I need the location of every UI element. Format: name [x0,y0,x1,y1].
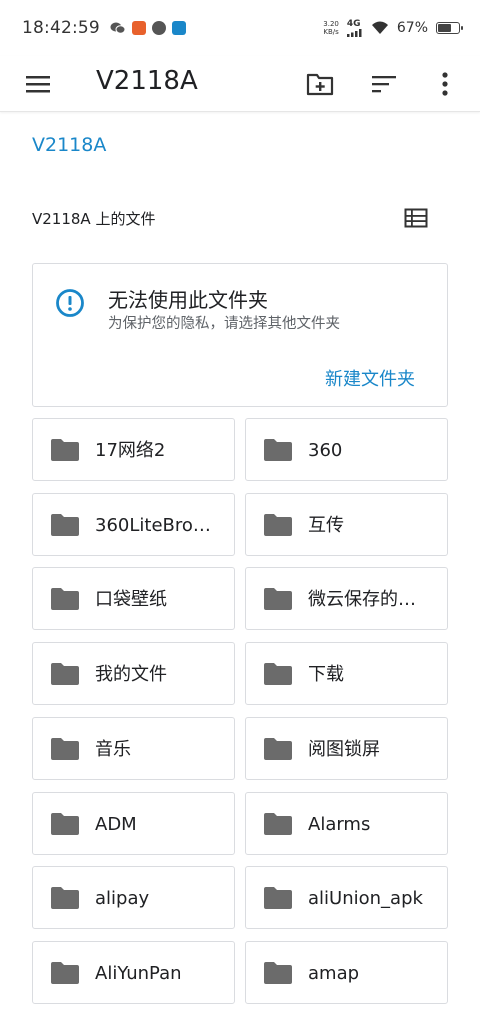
folder-tile[interactable]: 音乐 [32,716,235,780]
wifi-icon [371,21,388,34]
page-title: V2118A [96,66,198,96]
status-time: 18:42:59 [22,18,100,38]
folder-icon [264,588,292,611]
folder-icon [51,961,79,984]
folder-icon [51,737,79,760]
folder-name: alipay [95,888,150,910]
app-icon [131,21,146,35]
status-indicators: 3.20 KB/s 4G 67% [323,18,463,37]
folder-icon [264,887,292,910]
folder-icon [51,887,79,910]
folder-tile[interactable]: Alarms [245,791,448,855]
more-vert-icon[interactable] [425,64,465,104]
battery-icon [436,22,463,34]
folder-name: 我的文件 [95,664,167,686]
folder-name: 互传 [308,514,344,536]
folder-icon [51,588,79,611]
sort-icon[interactable] [364,64,404,104]
folder-tile[interactable]: amap [245,940,448,1004]
folder-name: 下载 [308,664,344,686]
hamburger-menu-icon[interactable] [18,64,58,104]
status-bar: 18:42:59 3.20 KB/s 4G 67% [0,0,480,56]
app-icon [151,21,166,35]
zhihu-icon [171,21,186,35]
folder-name: AliYunPan [95,962,182,984]
folder-name: 360LiteBro… [95,514,211,536]
wechat-icon [110,22,126,34]
folder-icon [51,439,79,461]
folder-name: amap [308,962,360,984]
new-folder-icon[interactable] [300,64,340,104]
warning-card: 无法使用此文件夹 为保护您的隐私，请选择其他文件夹 新建文件夹 [32,263,448,407]
folder-icon [264,961,292,984]
folder-tile[interactable]: alipay [32,866,235,930]
folder-name: 音乐 [95,738,131,760]
folder-icon [264,513,292,536]
folder-tile[interactable]: AliYunPan [32,940,235,1004]
folder-tile[interactable]: 阅图锁屏 [245,716,448,780]
network-speed: 3.20 KB/s [323,20,339,36]
folder-name: 17网络2 [95,440,166,461]
folder-name: 阅图锁屏 [308,738,380,760]
status-app-icons [110,21,186,35]
app-bar: V2118A [0,56,480,112]
folder-name: 360 [308,440,343,461]
folder-tile[interactable]: 互传 [245,492,448,556]
folder-name: aliUnion_apk [308,888,423,910]
list-view-icon[interactable] [396,198,436,238]
breadcrumb[interactable]: V2118A [32,134,106,156]
folder-name: Alarms [308,813,371,835]
new-folder-button[interactable]: 新建文件夹 [325,365,415,391]
battery-percent: 67% [396,20,428,36]
folder-name: ADM [95,813,137,835]
network-speed-unit: KB/s [323,28,339,36]
folder-icon [264,737,292,760]
folder-tile[interactable]: 下载 [245,642,448,706]
signal-indicator: 4G [346,18,363,37]
folder-tile[interactable]: 我的文件 [32,642,235,706]
network-speed-value: 3.20 [323,20,339,28]
folder-icon [51,663,79,686]
folder-tile[interactable]: 口袋壁纸 [32,567,235,631]
folder-icon [264,812,292,835]
folder-icon [264,439,292,461]
folder-tile[interactable]: aliUnion_apk [245,866,448,930]
network-type: 4G [346,18,361,29]
folder-name: 口袋壁纸 [95,589,167,611]
warning-subtitle: 为保护您的隐私，请选择其他文件夹 [108,316,340,332]
folder-tile[interactable]: 360 [245,418,448,481]
folder-tile[interactable]: 微云保存的… [245,567,448,631]
folder-icon [264,663,292,686]
folder-icon [51,812,79,835]
folder-icon [51,513,79,536]
info-icon [56,289,84,317]
folder-tile[interactable]: 360LiteBro… [32,492,235,556]
folder-name: 微云保存的… [308,589,416,611]
warning-title: 无法使用此文件夹 [108,288,268,312]
section-label: V2118A 上的文件 [32,210,156,228]
signal-bars-icon [346,28,362,37]
folder-tile[interactable]: 17网络2 [32,418,235,481]
folder-tile[interactable]: ADM [32,791,235,855]
